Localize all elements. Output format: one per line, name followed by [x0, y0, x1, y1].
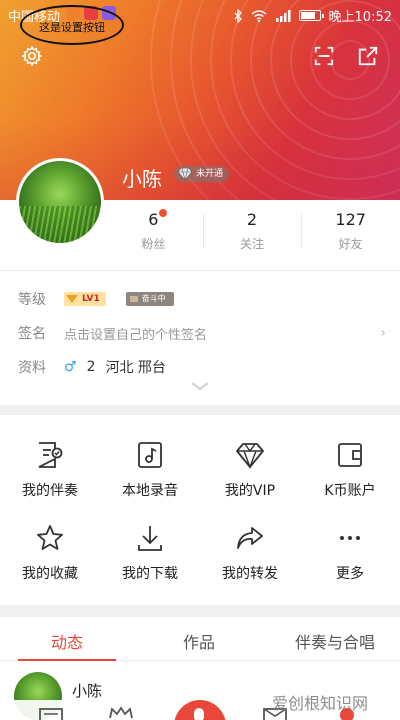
stats-bar: 6 粉丝 2 关注 127 好友 [104, 200, 400, 262]
share-icon [358, 46, 378, 66]
signature-row[interactable]: 签名 点击设置自己的个性签名 › [18, 321, 388, 345]
menu-my-downloads[interactable]: 我的下载 [100, 523, 200, 609]
menu-my-accompaniment[interactable]: 我的伴奏 [0, 440, 100, 526]
menu-label: 本地录音 [122, 483, 178, 499]
menu-more[interactable]: 更多 [300, 523, 400, 609]
menu-local-recording[interactable]: 本地录音 [100, 440, 200, 526]
annotation-oval: 这是设置按钮 [20, 5, 124, 45]
vip-badge[interactable]: 未开通 [174, 166, 230, 182]
stat-label: 粉丝 [141, 237, 166, 251]
signature-label: 签名 [18, 326, 46, 342]
local-recording-icon [138, 442, 162, 468]
tab-accompaniment-chorus[interactable]: 伴奏与合唱 [280, 629, 390, 653]
wifi-icon [251, 9, 266, 22]
profile-row[interactable]: 资料 ♂ 2 河北 邢台 [18, 355, 388, 379]
gear-icon [22, 46, 42, 66]
menu-kcoin-account[interactable]: K币账户 [300, 440, 400, 526]
star-icon [37, 525, 63, 550]
scan-button[interactable] [310, 42, 338, 70]
watermark: 爱创根知识网 [272, 694, 369, 713]
stat-label: 好友 [338, 237, 363, 251]
menu-label: 更多 [336, 566, 364, 582]
menu-label: K币账户 [324, 483, 376, 499]
chevron-down-icon[interactable] [190, 380, 210, 392]
battery-icon [298, 10, 324, 21]
stat-friends[interactable]: 127 好友 [301, 200, 400, 262]
vip-status: 未开通 [196, 169, 224, 179]
download-icon [138, 526, 162, 551]
stage-badge: 奋斗中 [125, 292, 174, 306]
profile-label: 资料 [18, 360, 46, 376]
level-row[interactable]: 等级 LV1 奋斗中 [18, 287, 388, 311]
stat-value: 6 [148, 210, 159, 229]
forward-icon [237, 527, 263, 549]
location: 河北 邢台 [105, 360, 166, 376]
wallet-icon [338, 443, 362, 467]
section-separator [0, 405, 400, 415]
male-icon: ♂ [64, 359, 77, 375]
chevron-right-icon: › [380, 325, 386, 341]
menu-label: 我的VIP [224, 483, 276, 499]
annotation-text: 这是设置按钮 [39, 21, 105, 34]
diamond-icon [236, 443, 264, 469]
content-tabs: 动态 作品 伴奏与合唱 [0, 617, 400, 661]
signal-icon [275, 9, 291, 22]
accompaniment-icon [38, 442, 63, 468]
username: 小陈 [122, 167, 162, 191]
menu-my-vip[interactable]: 我的VIP [200, 440, 300, 526]
stat-value: 2 [246, 210, 258, 229]
menu-label: 我的收藏 [22, 566, 78, 582]
tab-works[interactable]: 作品 [150, 629, 248, 653]
share-button[interactable] [354, 42, 382, 70]
menu-my-favorites[interactable]: 我的收藏 [0, 523, 100, 609]
profile-page: 中国移动 晚上10:52 这是设置按钮 小陈 未开通 6 粉丝 2 关注 127… [0, 0, 400, 720]
level-badge: LV1 [64, 292, 106, 306]
stat-label: 关注 [240, 237, 265, 251]
age: 2 [86, 359, 96, 375]
section-separator [0, 605, 400, 617]
menu-label: 我的转发 [222, 566, 278, 582]
crown-nav-icon[interactable] [108, 706, 134, 720]
level-badge-text: LV1 [82, 294, 100, 304]
level-label: 等级 [18, 292, 46, 308]
status-right: 晚上10:52 [233, 6, 392, 25]
stat-fans[interactable]: 6 粉丝 [104, 200, 203, 262]
feed-nav-icon[interactable] [38, 706, 64, 720]
feed-username[interactable]: 小陈 [72, 680, 102, 701]
scan-icon [314, 46, 334, 66]
menu-my-forwards[interactable]: 我的转发 [200, 523, 300, 609]
diamond-icon [177, 167, 193, 181]
avatar[interactable] [16, 158, 104, 246]
more-icon [340, 536, 360, 540]
active-tab-indicator [18, 659, 116, 661]
stat-value: 127 [335, 210, 366, 229]
menu-label: 我的伴奏 [22, 483, 78, 499]
stat-following[interactable]: 2 关注 [202, 200, 302, 262]
menu-label: 我的下载 [122, 566, 178, 582]
bluetooth-icon [234, 8, 242, 23]
divider [0, 270, 400, 271]
settings-button[interactable] [18, 42, 46, 70]
signature-placeholder: 点击设置自己的个性签名 [64, 327, 208, 343]
clock: 晚上10:52 [328, 10, 392, 25]
unread-dot [159, 209, 168, 217]
tab-activity[interactable]: 动态 [18, 629, 116, 653]
